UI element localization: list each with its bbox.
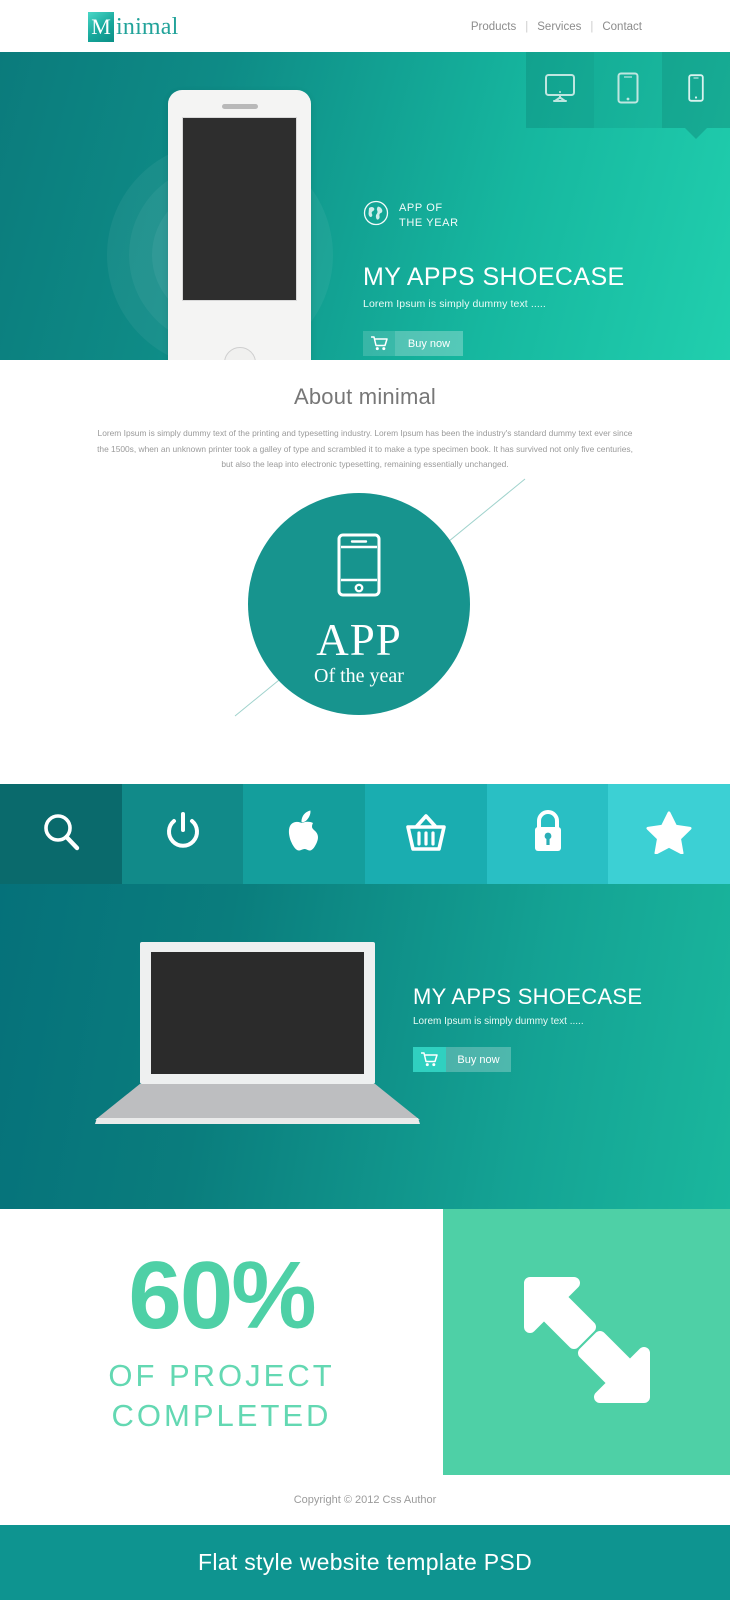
desktop-monitor-icon <box>544 73 576 108</box>
icon-cell-lock[interactable] <box>486 784 609 884</box>
icon-cell-power[interactable] <box>121 784 244 884</box>
tablet-icon <box>617 72 639 109</box>
hero-subtitle: Lorem Ipsum is simply dummy text ..... <box>363 298 546 310</box>
nav-separator: | <box>525 21 529 33</box>
site-header: M inimal Products | Services | Contact <box>0 0 730 52</box>
star-icon <box>646 810 692 859</box>
nav-item-contact[interactable]: Contact <box>602 21 642 33</box>
mobile-phone-icon <box>688 73 704 107</box>
award-line-2: THE YEAR <box>399 216 459 229</box>
icon-cell-star[interactable] <box>608 784 730 884</box>
laptop-section-title: MY APPS SHOECASE <box>413 984 643 1009</box>
apple-icon <box>284 809 324 860</box>
search-icon <box>40 811 82 858</box>
laptop-buy-now-button[interactable]: Buy now <box>413 1047 511 1072</box>
progress-label-line-1: OF PROJECT <box>108 1357 335 1393</box>
page-root: M inimal Products | Services | Contact A… <box>0 0 730 1600</box>
device-tab-desktop[interactable] <box>526 52 594 128</box>
award-badge: APP OF THE YEAR <box>363 200 625 231</box>
shopping-basket-icon <box>403 810 449 859</box>
resize-arrows-panel <box>443 1209 730 1475</box>
progress-percentage: 60% <box>128 1242 316 1350</box>
nav-separator: | <box>590 21 594 33</box>
icon-cell-basket[interactable] <box>365 784 487 884</box>
copyright-bar: Copyright © 2012 Css Author <box>0 1475 730 1525</box>
laptop-screen <box>151 952 364 1074</box>
active-tab-arrow-icon <box>685 128 707 139</box>
laptop-copy: MY APPS SHOECASE Lorem Ipsum is simply d… <box>413 984 642 1072</box>
mobile-phone-icon <box>337 533 381 602</box>
copyright-text: Copyright © 2012 Css Author <box>293 1494 437 1506</box>
icon-cell-search[interactable] <box>0 784 122 884</box>
hero-buy-now-label: Buy now <box>395 331 463 356</box>
main-navigation: Products | Services | Contact <box>471 21 642 33</box>
device-tab-group <box>526 52 730 139</box>
logo[interactable]: M inimal <box>88 12 179 42</box>
hero-copy: APP OF THE YEAR MY APPS SHOECASE Lorem I… <box>363 200 625 356</box>
app-badge-wrapper: APP Of the year <box>0 478 730 741</box>
about-section: About minimal Lorem Ipsum is simply dumm… <box>0 360 730 784</box>
hero-section: APP OF THE YEAR MY APPS SHOECASE Lorem I… <box>0 52 730 360</box>
about-body-text: Lorem Ipsum is simply dummy text of the … <box>97 428 633 470</box>
phone-mockup <box>168 90 311 360</box>
power-icon <box>162 811 204 858</box>
stats-section: 60% OF PROJECT COMPLETED <box>0 1209 730 1475</box>
shopping-cart-icon <box>363 331 395 356</box>
logo-text: inimal <box>116 13 179 40</box>
resize-diagonal-arrows-icon <box>512 1265 662 1420</box>
app-of-the-year-badge: APP Of the year <box>248 492 470 715</box>
about-title: About minimal <box>294 384 436 409</box>
laptop-buy-now-label: Buy now <box>446 1047 511 1072</box>
laptop-base <box>95 1084 420 1120</box>
device-tab-phone[interactable] <box>662 52 730 139</box>
laptop-showcase-section: MY APPS SHOECASE Lorem Ipsum is simply d… <box>0 884 730 1209</box>
laptop-mockup <box>95 942 420 1124</box>
nav-item-products[interactable]: Products <box>471 21 516 33</box>
laptop-lid <box>140 942 375 1084</box>
logo-initial-box: M <box>88 12 114 42</box>
template-ribbon: Flat style website template PSD <box>0 1525 730 1600</box>
nav-item-services[interactable]: Services <box>537 21 581 33</box>
laptop-section-subtitle: Lorem Ipsum is simply dummy text ..... <box>413 1016 584 1027</box>
progress-label-line-2: COMPLETED <box>111 1397 332 1433</box>
project-progress-block: 60% OF PROJECT COMPLETED <box>0 1209 443 1475</box>
hero-title: MY APPS SHOECASE <box>363 263 625 291</box>
lock-icon <box>530 809 566 860</box>
icon-bar <box>0 784 730 884</box>
device-tab-tablet[interactable] <box>594 52 662 128</box>
badge-subtitle: Of the year <box>314 664 404 687</box>
ribbon-text: Flat style website template PSD <box>198 1549 532 1575</box>
award-line-1: APP OF <box>399 202 443 215</box>
phone-screen <box>182 117 297 301</box>
icon-cell-apple[interactable] <box>243 784 366 884</box>
laptop-foot <box>95 1118 420 1124</box>
hero-buy-now-button[interactable]: Buy now <box>363 331 463 356</box>
badge-title: APP <box>316 614 402 665</box>
phone-speaker <box>221 104 258 109</box>
phone-home-button <box>223 347 256 360</box>
globe-icon <box>363 200 389 231</box>
shopping-cart-icon <box>413 1047 446 1072</box>
award-text: APP OF THE YEAR <box>399 201 459 229</box>
